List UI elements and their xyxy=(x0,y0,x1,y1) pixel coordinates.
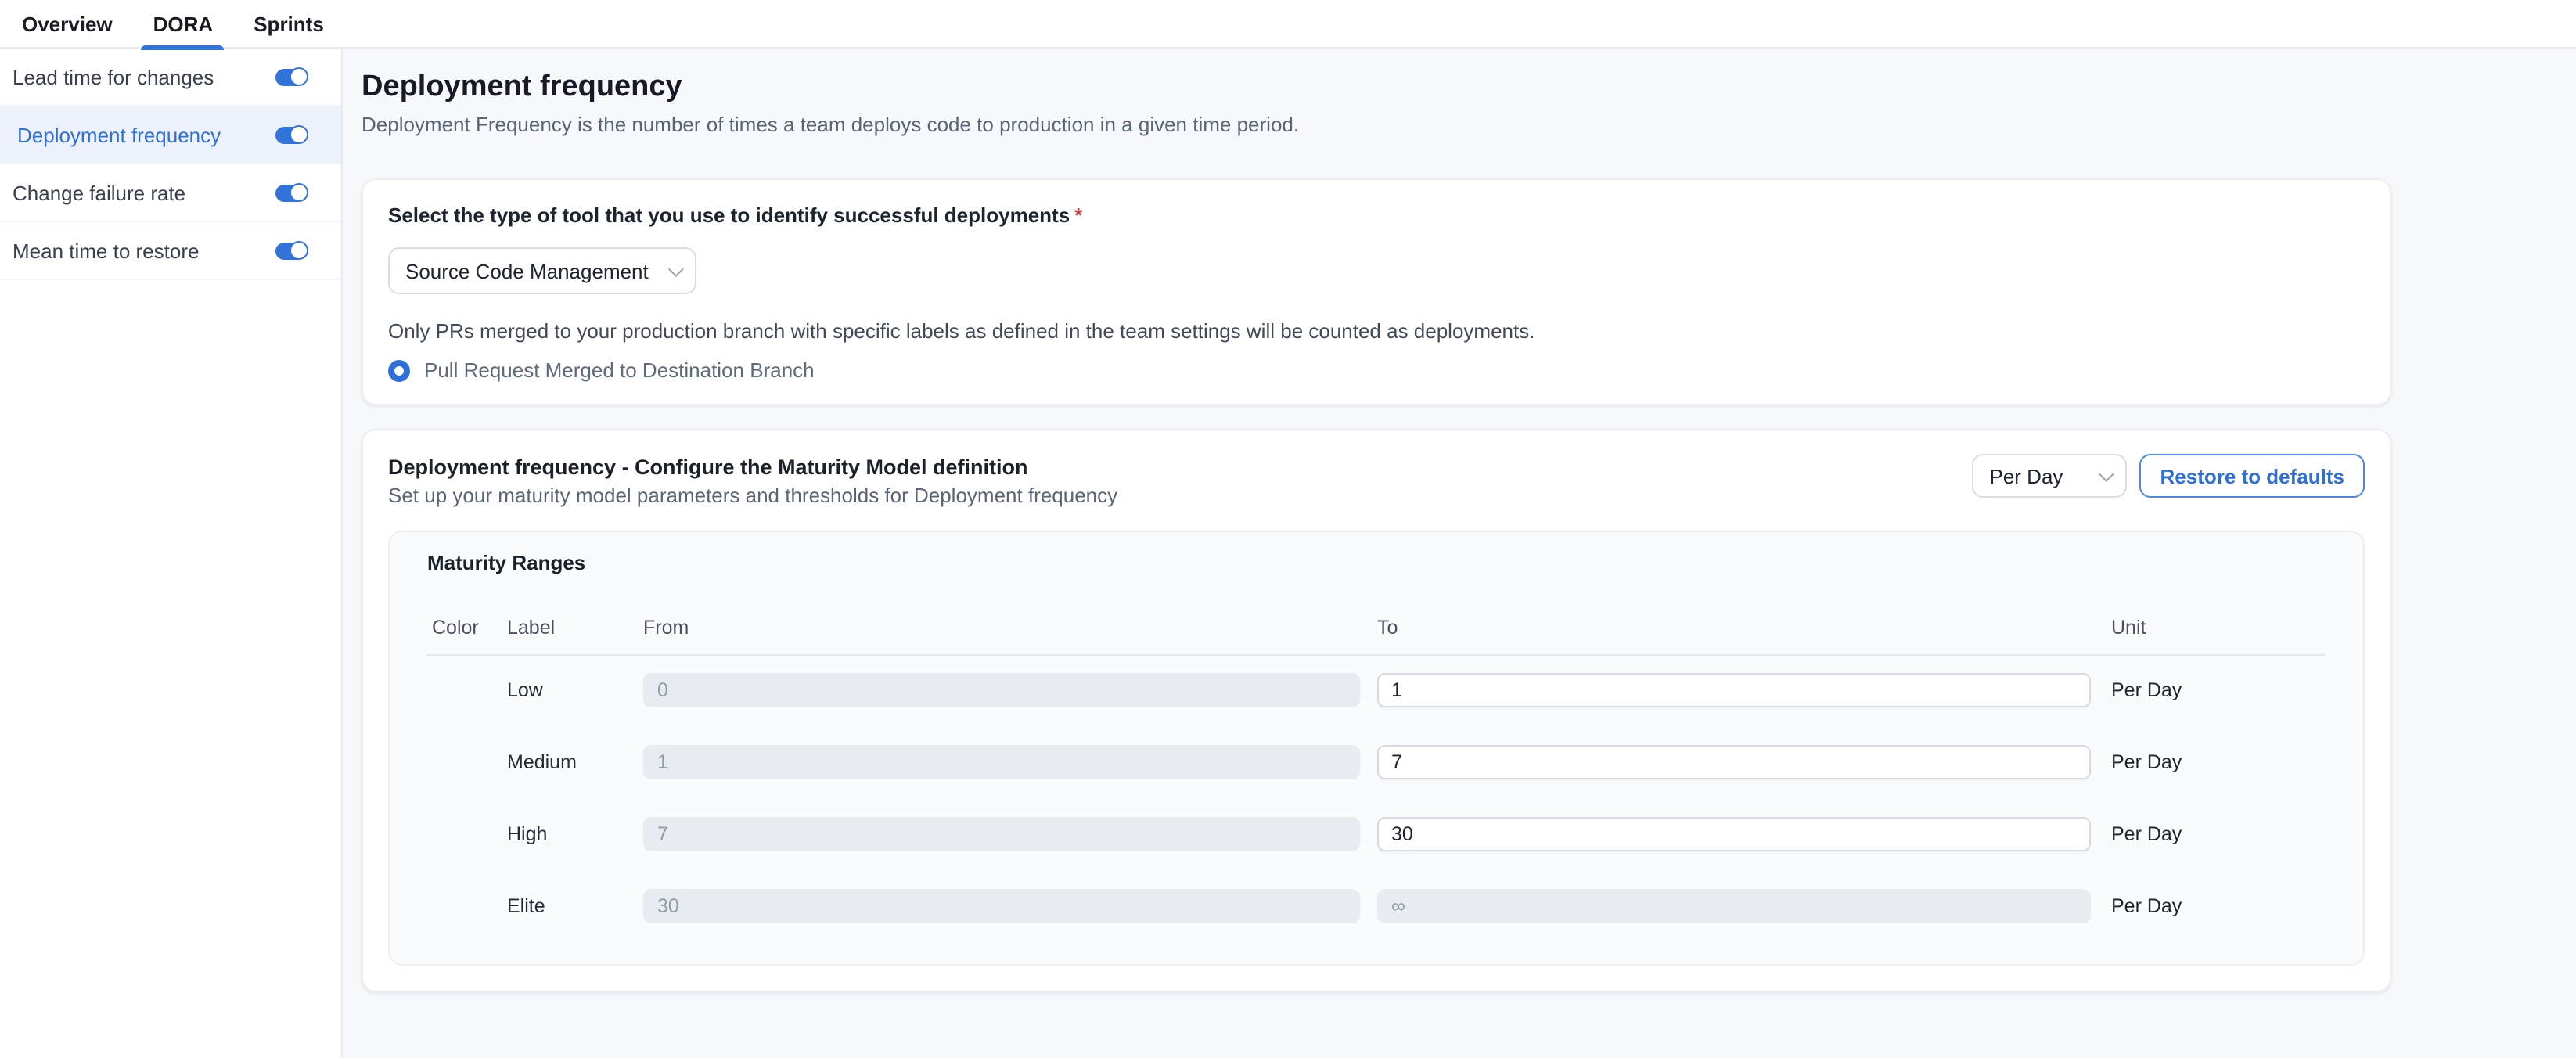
row-label: Medium xyxy=(502,751,643,773)
page-subtitle: Deployment Frequency is the number of ti… xyxy=(362,113,2391,138)
maturity-rows: Low Per Day Medium Per Day xyxy=(427,673,2326,923)
row-unit: Per Day xyxy=(2111,823,2326,845)
tool-selection-card: Select the type of tool that you use to … xyxy=(362,178,2391,405)
tool-helper-text: Only PRs merged to your production branc… xyxy=(388,319,2365,344)
metrics-sidebar: Lead time for changes Deployment frequen… xyxy=(0,49,343,1058)
row-label: High xyxy=(502,823,643,845)
sidebar-item-label: Mean time to restore xyxy=(13,239,199,262)
radio-row: Pull Request Merged to Destination Branc… xyxy=(388,358,2365,382)
tab-sprints[interactable]: Sprints xyxy=(254,0,324,48)
tool-select-label: Select the type of tool that you use to … xyxy=(388,203,2365,229)
table-header-divider xyxy=(427,654,2326,656)
sidebar-item-label: Change failure rate xyxy=(13,181,185,204)
column-header-color: Color xyxy=(427,617,502,639)
page: Overview DORA Sprints Lead time for chan… xyxy=(0,0,2576,1058)
tab-overview[interactable]: Overview xyxy=(22,0,113,48)
toggle-knob xyxy=(290,67,308,85)
lead-time-toggle[interactable] xyxy=(275,68,307,85)
maturity-card-header: Deployment frequency - Configure the Mat… xyxy=(388,454,2365,509)
tool-select-label-text: Select the type of tool that you use to … xyxy=(388,203,1070,227)
pr-merged-radio[interactable] xyxy=(388,359,410,381)
restore-defaults-button[interactable]: Restore to defaults xyxy=(2140,454,2366,498)
pr-merged-radio-label: Pull Request Merged to Destination Branc… xyxy=(424,358,815,382)
table-row-low: Low Per Day xyxy=(427,673,2326,707)
medium-to-input[interactable] xyxy=(1377,745,2091,779)
tool-type-select-value: Source Code Management xyxy=(405,259,649,282)
maturity-controls: Per Day Restore to defaults xyxy=(1973,454,2366,498)
unit-select-value: Per Day xyxy=(1990,464,2063,488)
table-row-medium: Medium Per Day xyxy=(427,745,2326,779)
mean-time-to-restore-toggle[interactable] xyxy=(275,242,307,259)
chevron-down-icon xyxy=(668,261,684,276)
medium-from-input xyxy=(643,745,1360,779)
column-header-label: Label xyxy=(502,617,643,639)
column-header-to: To xyxy=(1377,617,2091,639)
row-label: Elite xyxy=(502,895,643,917)
maturity-title: Deployment frequency - Configure the Mat… xyxy=(388,454,1117,480)
table-header-row: Color Label From To Unit xyxy=(427,617,2326,639)
elite-from-input xyxy=(643,889,1360,923)
required-asterisk: * xyxy=(1074,203,1082,227)
change-failure-rate-toggle[interactable] xyxy=(275,184,307,201)
maturity-model-card: Deployment frequency - Configure the Mat… xyxy=(362,429,2391,992)
toggle-knob xyxy=(290,124,308,143)
toggle-knob xyxy=(290,182,308,201)
row-unit: Per Day xyxy=(2111,679,2326,701)
column-header-unit: Unit xyxy=(2111,617,2326,639)
low-from-input xyxy=(643,673,1360,707)
tool-type-select[interactable]: Source Code Management xyxy=(388,247,696,294)
toggle-knob xyxy=(290,240,308,259)
chevron-down-icon xyxy=(2099,466,2114,481)
main-content: Deployment frequency Deployment Frequenc… xyxy=(343,49,2576,1058)
row-label: Low xyxy=(502,679,643,701)
sidebar-item-deployment-frequency[interactable]: Deployment frequency xyxy=(0,106,341,164)
sidebar-item-mean-time-to-restore[interactable]: Mean time to restore xyxy=(0,222,341,280)
row-unit: Per Day xyxy=(2111,751,2326,773)
deployment-frequency-toggle[interactable] xyxy=(275,126,307,143)
tab-dora[interactable]: DORA xyxy=(153,0,214,48)
sidebar-item-label: Lead time for changes xyxy=(13,65,214,88)
elite-to-input xyxy=(1377,889,2091,923)
unit-select[interactable]: Per Day xyxy=(1973,454,2128,498)
table-row-elite: Elite Per Day xyxy=(427,889,2326,923)
high-from-input xyxy=(643,817,1360,851)
low-to-input[interactable] xyxy=(1377,673,2091,707)
maturity-subtitle: Set up your maturity model parameters an… xyxy=(388,484,1117,509)
table-row-high: High Per Day xyxy=(427,817,2326,851)
high-to-input[interactable] xyxy=(1377,817,2091,851)
sidebar-item-change-failure-rate[interactable]: Change failure rate xyxy=(0,164,341,222)
maturity-ranges-title: Maturity Ranges xyxy=(427,551,2326,576)
maturity-header-text: Deployment frequency - Configure the Mat… xyxy=(388,454,1117,509)
sidebar-item-lead-time[interactable]: Lead time for changes xyxy=(0,49,341,106)
page-title: Deployment frequency xyxy=(362,69,2391,105)
sidebar-item-label: Deployment frequency xyxy=(13,123,221,146)
column-header-from: From xyxy=(643,617,1360,639)
row-unit: Per Day xyxy=(2111,895,2326,917)
maturity-ranges-panel: Maturity Ranges Color Label From To Unit… xyxy=(388,531,2365,966)
top-tab-bar: Overview DORA Sprints xyxy=(0,0,2576,49)
